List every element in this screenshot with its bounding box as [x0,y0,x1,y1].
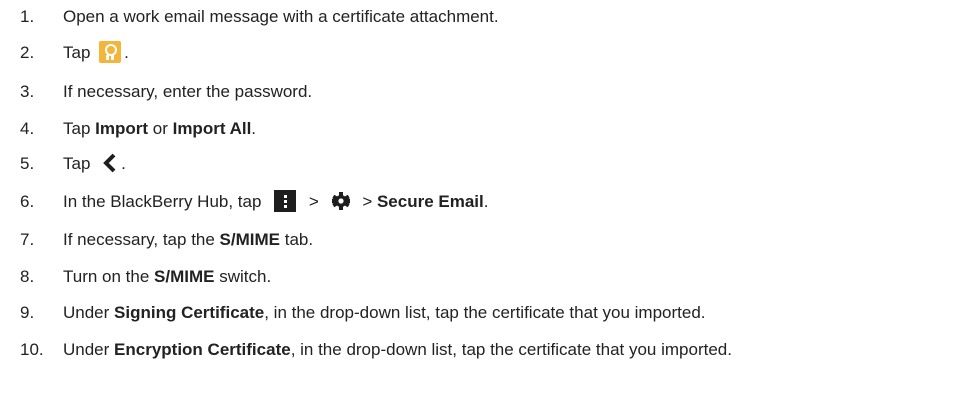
smime-switch-label: S/MIME [154,267,215,286]
step-text-pre: If necessary, tap the [63,230,220,249]
step-text-pre: Tap [63,43,91,62]
step-9: 9. Under Signing Certificate, in the dro… [0,298,967,328]
step-text-mid: or [148,119,173,138]
step-number: 5. [20,154,35,173]
import-label: Import [95,119,149,138]
separator: > [362,192,377,211]
step-number: 9. [20,303,35,322]
settings-gear-icon [330,190,352,212]
step-text-post: switch. [214,267,272,286]
step-text-post: , in the drop-down list, tap the certifi… [264,303,706,322]
step-text-pre: Under [63,303,115,322]
step-text: Under Encryption Certificate, in the dro… [63,335,732,365]
step-number: 4. [20,119,35,138]
step-text: Tap Import or Import All. [63,114,256,144]
step-number: 10. [20,340,44,359]
step-10: 10. Under Encryption Certificate, in the… [0,335,967,365]
step-text-pre: Tap [63,119,96,138]
step-4: 4. Tap Import or Import All. [0,114,967,144]
step-text: Tap . [63,38,129,68]
step-text-pre: In the BlackBerry Hub, tap [63,192,262,211]
step-number: 7. [20,230,35,249]
step-text-pre: Turn on the [63,267,155,286]
step-number: 3. [20,82,35,101]
step-text-post: . [483,192,489,211]
signing-certificate-label: Signing Certificate [114,303,265,322]
step-text-pre: Under [63,340,115,359]
step-7: 7. If necessary, tap the S/MIME tab. [0,225,967,255]
step-number: 6. [20,192,35,211]
step-6: 6. In the BlackBerry Hub, tap > > Secure… [0,187,967,217]
step-text-post: . [121,154,126,173]
smime-tab-label: S/MIME [219,230,280,249]
step-text: If necessary, enter the password. [63,82,313,101]
step-text: In the BlackBerry Hub, tap > > Secure Em… [63,187,488,217]
step-8: 8. Turn on the S/MIME switch. [0,262,967,292]
back-chevron-icon [101,152,119,174]
step-text: Open a work email message with a certifi… [63,7,499,26]
step-text-post: . [251,119,257,138]
step-number: 2. [20,43,35,62]
separator: > [308,192,319,211]
step-5: 5. Tap . [0,149,967,179]
overflow-menu-icon [274,189,297,212]
step-1: 1. Open a work email message with a cert… [0,2,967,32]
certificate-icon [99,40,122,63]
step-text: If necessary, tap the S/MIME tab. [63,225,313,255]
step-number: 8. [20,267,35,286]
step-number: 1. [20,7,35,26]
step-text-post: tab. [280,230,314,249]
step-text-pre: Tap [63,154,91,173]
encryption-certificate-label: Encryption Certificate [114,340,291,359]
step-3: 3. If necessary, enter the password. [0,77,967,107]
step-text: Under Signing Certificate, in the drop-d… [63,298,706,328]
secure-email-label: Secure Email [376,192,484,211]
step-2: 2. Tap . [0,38,967,68]
step-text: Tap . [63,149,126,179]
step-text: Turn on the S/MIME switch. [63,262,271,292]
step-text-post: , in the drop-down list, tap the certifi… [290,340,732,359]
step-text-post: . [124,43,129,62]
import-all-label: Import All [172,119,252,138]
